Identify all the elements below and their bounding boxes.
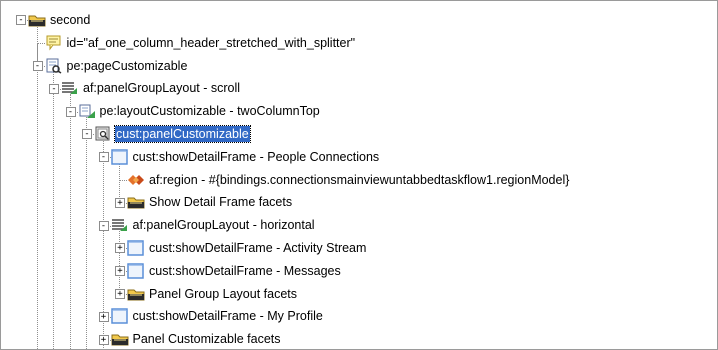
expand-toggle[interactable]: + [115,243,125,254]
tree-connector [53,88,54,349]
tree-connector [36,43,45,45]
layout-customizable-icon [78,103,96,119]
tree-node-label[interactable]: pe:pageCustomizable [66,58,189,74]
expand-toggle[interactable]: + [98,311,109,322]
collapse-toggle[interactable]: - [82,129,92,140]
collapse-toggle[interactable]: - [32,61,43,71]
collapse-toggle[interactable]: - [16,15,26,26]
collapse-toggle[interactable]: - [98,220,109,231]
region-icon [127,172,145,188]
collapse-toggle[interactable]: - [98,152,109,163]
show-detail-frame-icon [127,263,145,279]
tree-connector [119,162,120,203]
tree-node-label[interactable]: Panel Customizable facets [132,331,282,347]
expand-toggle[interactable]: + [115,197,125,208]
expand-toggle[interactable]: + [115,289,125,299]
tree-node-label[interactable]: cust:showDetailFrame - Activity Stream [148,240,367,256]
tree-node-label[interactable]: id="af_one_column_header_stretched_with_… [66,35,357,51]
folder-icon [28,12,46,28]
show-detail-frame-icon [110,308,129,325]
panel-customizable-icon [94,126,112,142]
show-detail-frame-icon [110,149,129,165]
folder-icon [127,194,145,210]
expand-toggle[interactable]: + [98,334,109,345]
tree-node-label[interactable]: cust:showDetailFrame - People Connection… [132,149,381,165]
tree-panel: - second id="af_one_column_header_stretche… [0,0,718,350]
tree-connector [119,230,120,294]
collapse-toggle[interactable]: - [65,106,76,117]
expand-toggle[interactable]: + [115,266,125,277]
show-detail-frame-icon [127,240,145,256]
collapse-toggle[interactable]: - [49,83,59,94]
tree-node-label[interactable]: Panel Group Layout facets [148,286,298,302]
folder-icon [111,331,129,347]
tree-node-label[interactable]: pe:layoutCustomizable - twoColumnTop [99,103,321,119]
tree-connector [86,134,87,349]
structure-tree[interactable]: - second id="af_one_column_header_stretche… [1,1,717,349]
tree-connector [69,111,71,349]
tree-node-label[interactable]: cust:showDetailFrame - Messages [148,263,342,279]
tree-connector [36,43,38,349]
tree-node-label[interactable]: af:panelGroupLayout - scroll [82,80,241,96]
panel-group-layout-icon [111,217,129,233]
tree-node-label[interactable]: Show Detail Frame facets [148,194,293,210]
tree-connector [119,180,127,181]
tree-node-label[interactable]: cust:panelCustomizable [114,125,251,143]
tree-connector [102,139,104,340]
folder-icon [127,286,145,302]
tree-node-label[interactable]: second [49,12,91,28]
page-customizable-icon [45,58,63,74]
tree-node-label[interactable]: af:region - #{bindings.connectionsmainvi… [148,172,570,188]
panel-group-layout-icon [61,80,79,96]
comment-icon [45,35,63,51]
tree-node-label[interactable]: cust:showDetailFrame - My Profile [132,308,324,324]
tree-node-label[interactable]: af:panelGroupLayout - horizontal [132,217,316,233]
